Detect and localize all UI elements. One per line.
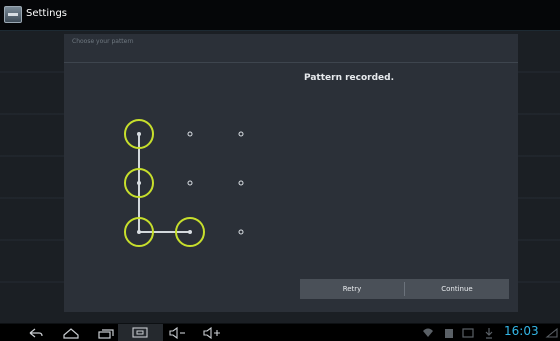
sd-card-icon	[445, 329, 453, 338]
pattern-dot-center	[188, 230, 192, 234]
volume-up-icon[interactable]	[202, 325, 224, 341]
screenshot-button[interactable]	[118, 324, 163, 341]
pattern-dot-center	[137, 230, 141, 234]
navigation-bar	[0, 323, 560, 341]
recent-apps-icon[interactable]	[97, 325, 115, 341]
retry-button[interactable]: Retry	[300, 279, 404, 299]
button-bar: Retry Continue	[300, 279, 509, 299]
pattern-dot-9[interactable]	[238, 229, 244, 235]
pattern-dot-3[interactable]	[238, 131, 244, 137]
download-icon	[485, 328, 493, 339]
continue-button[interactable]: Continue	[405, 279, 509, 299]
wifi-icon	[423, 328, 433, 337]
action-bar: Settings	[0, 0, 560, 31]
app-title: Settings	[26, 8, 68, 19]
pattern-dot-center	[137, 181, 141, 185]
volume-down-icon[interactable]	[168, 325, 188, 341]
home-icon[interactable]	[62, 325, 80, 341]
clock: 16:03	[504, 324, 539, 338]
screenshot-icon	[132, 327, 148, 338]
pattern-dot-6[interactable]	[238, 180, 244, 186]
pattern-dot-5[interactable]	[187, 180, 193, 186]
panel-divider	[64, 62, 518, 63]
pattern-dot-2[interactable]	[187, 131, 193, 137]
back-icon[interactable]	[26, 325, 44, 341]
panel-header: Choose your pattern	[72, 38, 134, 45]
pattern-dot-center	[137, 132, 141, 136]
pattern-grid[interactable]	[110, 112, 290, 262]
settings-app-icon[interactable]	[4, 6, 22, 23]
signal-icon	[545, 327, 558, 338]
gallery-icon	[462, 328, 474, 338]
status-text: Pattern recorded.	[304, 73, 395, 83]
